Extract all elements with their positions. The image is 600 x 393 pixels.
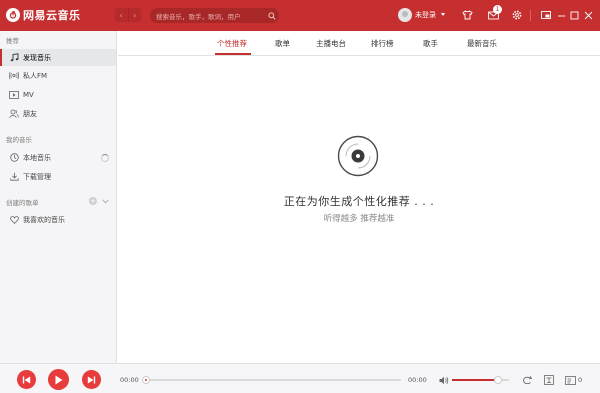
sidebar-item-personal-fm[interactable]: 私人FM bbox=[0, 67, 116, 84]
playlist-count: 0 bbox=[578, 376, 583, 384]
disc-icon bbox=[337, 135, 379, 177]
forward-icon[interactable]: › bbox=[127, 8, 142, 22]
mini-mode-icon[interactable] bbox=[539, 8, 553, 22]
main-content: 个性推荐 歌单 主播电台 排行榜 歌手 最新音乐 正在为你生成个性化推荐 . .… bbox=[118, 31, 600, 363]
sidebar-item-label: 朋友 bbox=[23, 109, 37, 118]
loading-title: 正在为你生成个性化推荐 . . . bbox=[283, 195, 435, 208]
skin-icon[interactable] bbox=[460, 8, 474, 22]
play-icon[interactable] bbox=[48, 369, 69, 390]
friends-icon bbox=[9, 109, 19, 119]
sidebar-item-label: MV bbox=[23, 90, 34, 99]
loading-subtitle: 听得越多 推荐越准 bbox=[323, 214, 395, 224]
sidebar-item-liked-music[interactable]: 我喜欢的音乐 bbox=[0, 211, 116, 228]
add-playlist-icon[interactable]: + bbox=[89, 197, 97, 205]
sidebar-item-label: 我喜欢的音乐 bbox=[23, 215, 65, 224]
volume-icon[interactable] bbox=[438, 374, 450, 386]
playlist-icon[interactable] bbox=[564, 374, 576, 386]
progress-bar[interactable] bbox=[144, 379, 401, 381]
sidebar-item-friends[interactable]: 朋友 bbox=[0, 105, 116, 122]
chevron-down-icon[interactable] bbox=[101, 197, 109, 205]
history-nav: ‹ › bbox=[115, 8, 141, 22]
section-title-recommend: 推荐 bbox=[6, 37, 19, 45]
tab-dj-radio[interactable]: 主播电台 bbox=[316, 38, 346, 49]
maximize-icon[interactable] bbox=[567, 8, 581, 22]
sidebar: 推荐 发现音乐 私人FM MV 朋友 我的音乐 本地音乐 下载管理 创建的歌单 … bbox=[0, 31, 117, 363]
local-music-icon bbox=[9, 153, 19, 163]
section-title-my-music: 我的音乐 bbox=[6, 136, 32, 144]
loop-icon[interactable] bbox=[521, 374, 533, 386]
heart-icon bbox=[9, 215, 19, 225]
sidebar-item-label: 发现音乐 bbox=[23, 53, 51, 62]
download-icon bbox=[9, 172, 19, 182]
loading-spinner-icon bbox=[101, 154, 109, 162]
divider bbox=[530, 10, 531, 21]
sidebar-item-label: 下载管理 bbox=[23, 172, 51, 181]
active-tab-indicator bbox=[215, 53, 251, 55]
lyrics-icon[interactable] bbox=[543, 374, 555, 386]
music-note-icon bbox=[9, 53, 19, 63]
prev-icon[interactable] bbox=[17, 370, 36, 389]
video-icon bbox=[9, 90, 19, 100]
tab-new-music[interactable]: 最新音乐 bbox=[467, 38, 497, 49]
app-name: 网易云音乐 bbox=[23, 9, 81, 22]
netease-logo-icon bbox=[6, 8, 20, 22]
sidebar-item-discover-music[interactable]: 发现音乐 bbox=[0, 49, 116, 66]
settings-icon[interactable] bbox=[510, 8, 524, 22]
message-badge: 1 bbox=[493, 5, 502, 14]
close-icon[interactable] bbox=[581, 8, 595, 22]
tab-bar: 个性推荐 歌单 主播电台 排行榜 歌手 最新音乐 bbox=[118, 31, 600, 56]
volume-knob[interactable] bbox=[493, 376, 502, 384]
search-placeholder: 搜索音乐，歌手，歌词，用户 bbox=[156, 12, 241, 21]
volume-fill bbox=[452, 379, 498, 381]
sidebar-item-label: 本地音乐 bbox=[23, 153, 51, 162]
tab-artists[interactable]: 歌手 bbox=[423, 38, 438, 49]
section-title-created-playlists: 创建的歌单 bbox=[6, 199, 39, 207]
login-label[interactable]: 未登录 bbox=[415, 10, 436, 20]
app-logo[interactable]: 网易云音乐 bbox=[6, 7, 81, 23]
search-icon[interactable] bbox=[265, 9, 279, 23]
player-bar: 00:00 00:00 0 bbox=[0, 363, 600, 393]
total-time: 00:00 bbox=[408, 376, 427, 384]
radio-icon bbox=[9, 71, 19, 81]
current-time: 00:00 bbox=[120, 376, 139, 384]
sidebar-item-downloads[interactable]: 下载管理 bbox=[0, 168, 116, 185]
progress-knob[interactable] bbox=[142, 376, 150, 384]
sidebar-item-local-music[interactable]: 本地音乐 bbox=[0, 149, 116, 166]
chevron-down-icon[interactable] bbox=[441, 13, 445, 16]
sidebar-item-mv[interactable]: MV bbox=[0, 86, 116, 103]
next-icon[interactable] bbox=[82, 370, 101, 389]
tab-personal-recommend[interactable]: 个性推荐 bbox=[217, 38, 247, 49]
sidebar-item-label: 私人FM bbox=[23, 71, 48, 80]
title-bar: 网易云音乐 ‹ › 搜索音乐，歌手，歌词，用户 未登录 1 bbox=[0, 0, 600, 31]
search-input[interactable]: 搜索音乐，歌手，歌词，用户 bbox=[150, 8, 279, 23]
tab-charts[interactable]: 排行榜 bbox=[371, 38, 394, 49]
avatar[interactable] bbox=[398, 8, 412, 22]
minimize-icon[interactable] bbox=[554, 8, 568, 22]
tab-playlists[interactable]: 歌单 bbox=[275, 38, 290, 49]
back-icon[interactable]: ‹ bbox=[115, 8, 128, 22]
